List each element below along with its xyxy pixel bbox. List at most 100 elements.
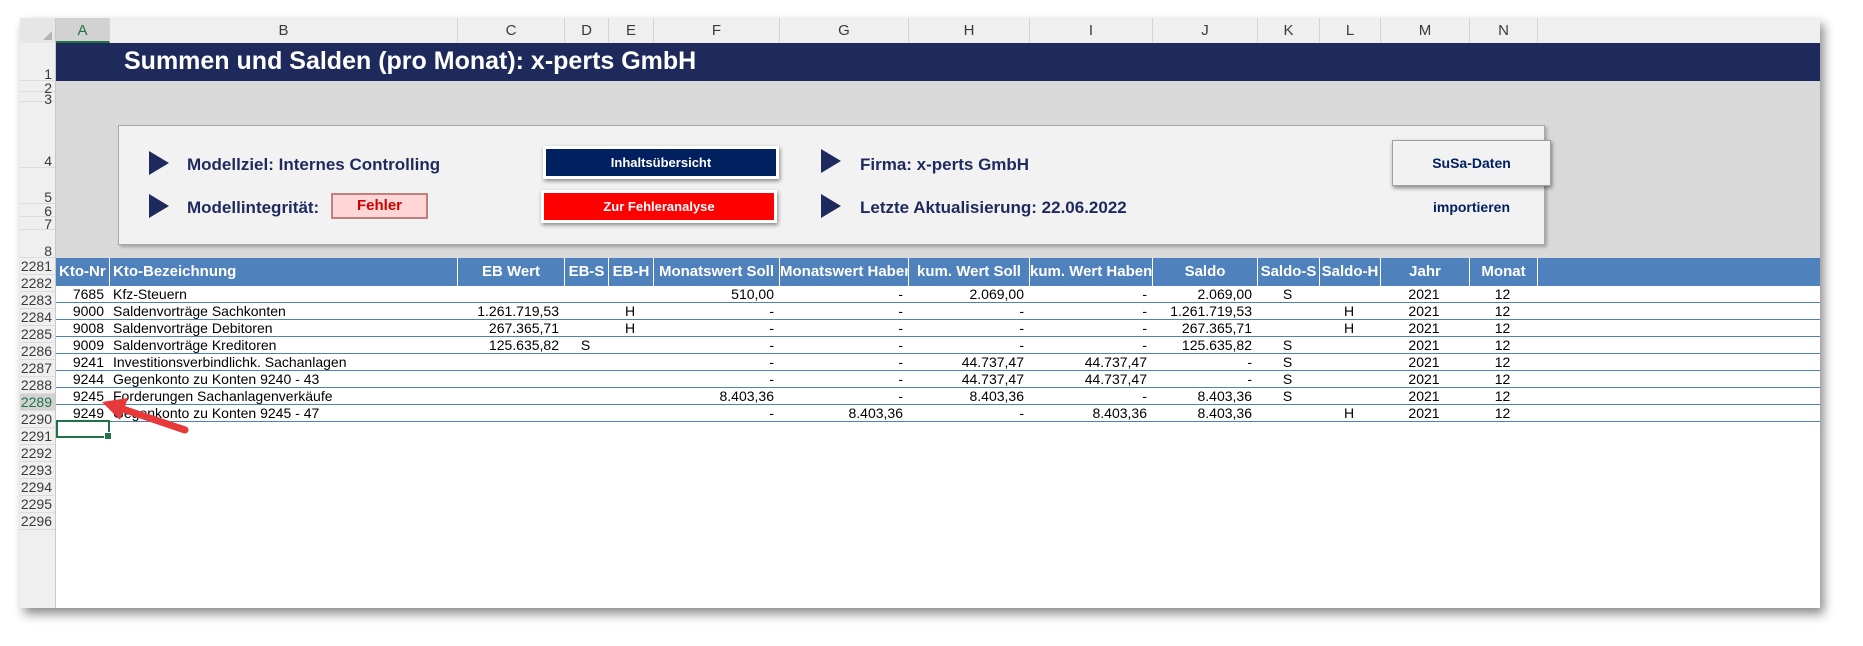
cell-saldo[interactable]: 1.261.719,53 (1153, 303, 1258, 320)
row-header[interactable]: 2285 (20, 326, 55, 343)
cell-khaben[interactable]: - (1030, 388, 1153, 405)
cell-saldh[interactable] (1320, 388, 1381, 405)
row-header[interactable]: 2282 (20, 275, 55, 292)
cell-eb[interactable] (458, 405, 565, 422)
cell-khaben[interactable]: - (1030, 320, 1153, 337)
cell-salds[interactable]: S (1258, 337, 1320, 354)
row-header[interactable]: 2294 (20, 479, 55, 496)
cell-ebs[interactable] (565, 286, 609, 303)
cell-ksoll[interactable]: 8.403,36 (909, 388, 1030, 405)
column-header-b[interactable]: B (110, 18, 458, 43)
cell-kto[interactable]: 9241 (56, 354, 110, 371)
cell-msoll[interactable]: - (654, 354, 780, 371)
cell-ksoll[interactable]: - (909, 337, 1030, 354)
susa-import-button[interactable]: SuSa-Daten importieren (1392, 140, 1551, 215)
cell-ebs[interactable] (565, 303, 609, 320)
cell-monat[interactable]: 12 (1470, 337, 1538, 354)
row-header[interactable]: 2293 (20, 462, 55, 479)
cell-msoll[interactable]: - (654, 320, 780, 337)
cell-monat[interactable]: 12 (1470, 405, 1538, 422)
cell-ebs[interactable] (565, 320, 609, 337)
column-header-h[interactable]: H (909, 18, 1030, 43)
cell-saldh[interactable] (1320, 354, 1381, 371)
cell-ebs[interactable] (565, 405, 609, 422)
row-header[interactable]: 2287 (20, 360, 55, 377)
cell-kto[interactable]: 7685 (56, 286, 110, 303)
cell-monat[interactable]: 12 (1470, 303, 1538, 320)
cell-eb[interactable] (458, 354, 565, 371)
cell-bez[interactable]: Saldenvorträge Debitoren (110, 320, 458, 337)
row-header[interactable]: 2281 (20, 258, 55, 275)
cell-ksoll[interactable]: 44.737,47 (909, 354, 1030, 371)
cell-saldh[interactable]: H (1320, 405, 1381, 422)
cell-eb[interactable]: 125.635,82 (458, 337, 565, 354)
column-header-j[interactable]: J (1153, 18, 1258, 43)
select-all-corner[interactable] (20, 18, 56, 43)
cell-monat[interactable]: 12 (1470, 320, 1538, 337)
column-header-f[interactable]: F (654, 18, 780, 43)
row-header[interactable]: 3 (20, 92, 55, 106)
row-header[interactable]: 2295 (20, 496, 55, 513)
cell-ebh[interactable] (609, 337, 654, 354)
cell-msoll[interactable]: 510,00 (654, 286, 780, 303)
cell-kto[interactable]: 9244 (56, 371, 110, 388)
column-header-e[interactable]: E (609, 18, 654, 43)
cell-eb[interactable] (458, 371, 565, 388)
column-header-a[interactable]: A (56, 18, 110, 43)
cell-mhaben[interactable]: - (780, 303, 909, 320)
cell-saldh[interactable] (1320, 337, 1381, 354)
cell-saldo[interactable]: 2.069,00 (1153, 286, 1258, 303)
row-header[interactable]: 2291 (20, 428, 55, 445)
cell-salds[interactable]: S (1258, 286, 1320, 303)
cell-saldo[interactable]: - (1153, 371, 1258, 388)
row-header[interactable]: 4 (20, 102, 55, 168)
cell-msoll[interactable]: - (654, 303, 780, 320)
cell-saldo[interactable]: 267.365,71 (1153, 320, 1258, 337)
cell-jahr[interactable]: 2021 (1381, 405, 1470, 422)
cell-saldh[interactable]: H (1320, 303, 1381, 320)
cell-salds[interactable] (1258, 320, 1320, 337)
cell-mhaben[interactable]: - (780, 337, 909, 354)
cell-eb[interactable]: 1.261.719,53 (458, 303, 565, 320)
cell-monat[interactable]: 12 (1470, 388, 1538, 405)
cell-kto[interactable]: 9008 (56, 320, 110, 337)
cell-msoll[interactable]: 8.403,36 (654, 388, 780, 405)
row-header[interactable]: 2290 (20, 411, 55, 428)
column-header-m[interactable]: M (1381, 18, 1470, 43)
cell-jahr[interactable]: 2021 (1381, 320, 1470, 337)
column-header-i[interactable]: I (1030, 18, 1153, 43)
cell-jahr[interactable]: 2021 (1381, 388, 1470, 405)
cell-eb[interactable] (458, 286, 565, 303)
cell-salds[interactable] (1258, 405, 1320, 422)
cell-khaben[interactable]: - (1030, 286, 1153, 303)
cell-mhaben[interactable]: - (780, 354, 909, 371)
cell-saldo[interactable]: - (1153, 354, 1258, 371)
cell-ksoll[interactable]: - (909, 320, 1030, 337)
cell-ebs[interactable] (565, 388, 609, 405)
cell-ebh[interactable]: H (609, 303, 654, 320)
cell-jahr[interactable]: 2021 (1381, 303, 1470, 320)
cell-mhaben[interactable]: 8.403,36 (780, 405, 909, 422)
cell-ebh[interactable] (609, 388, 654, 405)
cell-ebs[interactable]: S (565, 337, 609, 354)
row-header[interactable]: 1 (20, 43, 55, 81)
cell-ebh[interactable] (609, 371, 654, 388)
cell-monat[interactable]: 12 (1470, 371, 1538, 388)
cell-msoll[interactable]: - (654, 405, 780, 422)
cell-khaben[interactable]: 44.737,47 (1030, 354, 1153, 371)
cell-saldh[interactable] (1320, 371, 1381, 388)
column-header-n[interactable]: N (1470, 18, 1538, 43)
cell-bez[interactable]: Gegenkonto zu Konten 9240 - 43 (110, 371, 458, 388)
cell-ebh[interactable] (609, 405, 654, 422)
row-header[interactable]: 2283 (20, 292, 55, 309)
cell-salds[interactable]: S (1258, 388, 1320, 405)
cell-jahr[interactable]: 2021 (1381, 371, 1470, 388)
column-header-d[interactable]: D (565, 18, 609, 43)
cell-ebs[interactable] (565, 354, 609, 371)
cell-mhaben[interactable]: - (780, 388, 909, 405)
cell-saldh[interactable]: H (1320, 320, 1381, 337)
cell-monat[interactable]: 12 (1470, 354, 1538, 371)
cell-jahr[interactable]: 2021 (1381, 286, 1470, 303)
row-header[interactable]: 2286 (20, 343, 55, 360)
cell-kto[interactable]: 9000 (56, 303, 110, 320)
